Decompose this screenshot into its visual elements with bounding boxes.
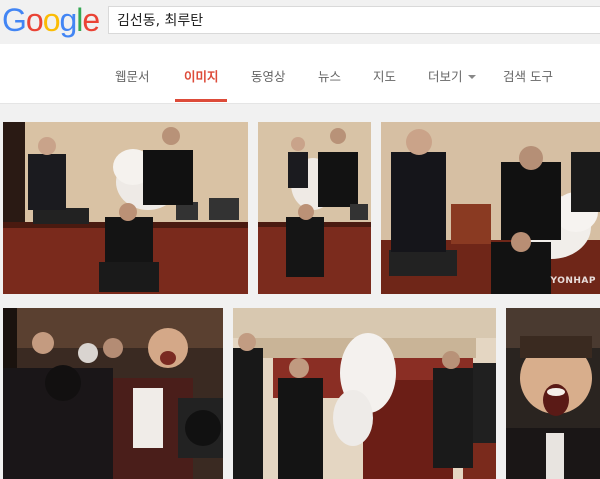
watermark-text: YONHAP	[550, 276, 596, 286]
tab-videos[interactable]: 동영상	[251, 66, 286, 85]
result-image	[233, 308, 496, 479]
image-result[interactable]	[233, 308, 496, 479]
search-box[interactable]	[108, 6, 600, 34]
search-input[interactable]	[109, 7, 600, 33]
logo-letter: o	[25, 2, 44, 38]
logo-letter: e	[82, 2, 100, 38]
result-image	[506, 308, 600, 479]
image-result[interactable]	[3, 122, 248, 294]
tab-web[interactable]: 웹문서	[115, 66, 150, 85]
result-image	[381, 122, 600, 294]
tab-more[interactable]: 더보기	[428, 66, 476, 85]
tab-more-label: 더보기	[428, 69, 463, 84]
image-result[interactable]	[3, 308, 223, 479]
tab-news[interactable]: 뉴스	[318, 66, 341, 85]
result-image	[3, 122, 248, 294]
image-result[interactable]	[258, 122, 371, 294]
tab-maps[interactable]: 지도	[373, 66, 396, 85]
google-logo[interactable]: Google	[2, 2, 100, 38]
image-result[interactable]	[506, 308, 600, 479]
active-tab-indicator	[175, 99, 227, 102]
image-result[interactable]: YONHAP	[381, 122, 600, 294]
chevron-down-icon	[467, 75, 476, 79]
search-tabs: 웹문서 이미지 동영상 뉴스 지도 더보기 검색 도구	[0, 44, 600, 104]
tab-images[interactable]: 이미지	[184, 66, 219, 85]
logo-letter: o	[42, 2, 61, 38]
result-image	[3, 308, 223, 479]
image-results-grid: YONHAP	[0, 104, 600, 479]
tab-search-tools[interactable]: 검색 도구	[503, 66, 553, 85]
logo-letter: G	[2, 2, 27, 38]
logo-letter: g	[59, 2, 77, 38]
result-image	[258, 122, 371, 294]
header: Google	[0, 0, 600, 44]
